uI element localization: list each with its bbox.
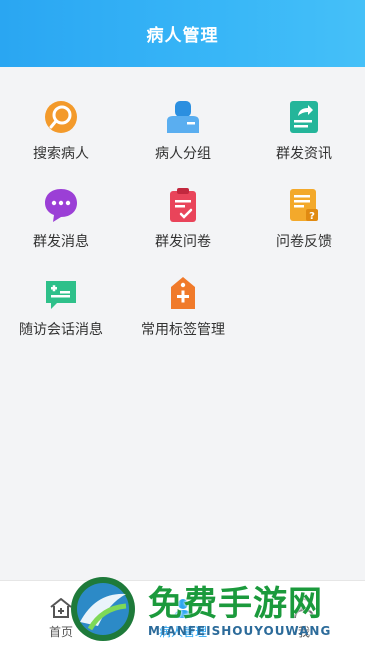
chat-bubble-icon [41,185,81,225]
tab-label: 我 [297,625,310,639]
header-bar: 病人管理 [0,0,365,67]
grid-item-survey-feedback[interactable]: ? 问卷反馈 [243,185,365,265]
grid-item-followup-chat[interactable]: 随访会话消息 [0,273,122,353]
tab-label: 首页 [48,625,73,639]
page-title: 病人管理 [146,26,219,46]
patient-icon [170,595,196,621]
grid-item-tag-management[interactable]: 常用标签管理 [122,273,244,353]
group-icon [163,97,203,137]
share-doc-icon [284,97,324,137]
grid-item-label: 常用标签管理 [141,322,225,338]
svg-text:?: ? [309,211,315,222]
profile-icon [291,595,317,621]
grid-item-label: 问卷反馈 [276,234,332,250]
tag-add-icon [163,273,203,313]
bottom-tab-bar: 首页 病人管理 我 [0,580,365,649]
grid-item-label: 病人分组 [155,146,211,162]
grid-item-label: 搜索病人 [33,146,89,162]
grid-item-label: 群发问卷 [155,234,211,250]
tab-label: 病人管理 [158,625,207,639]
grid-item-broadcast-info[interactable]: 群发资讯 [243,97,365,177]
grid-item-label: 群发资讯 [276,146,332,162]
tab-patient-management[interactable]: 病人管理 [122,581,244,649]
tab-me[interactable]: 我 [243,581,365,649]
feature-grid: 搜索病人 病人分组 群发资讯 群发消息 群发问卷 ? 问卷反馈 随访会话消息 常… [0,67,365,580]
home-icon [48,595,74,621]
grid-item-label: 群发消息 [33,234,89,250]
grid-item-search-patient[interactable]: 搜索病人 [0,97,122,177]
grid-item-broadcast-survey[interactable]: 群发问卷 [122,185,244,265]
tab-home[interactable]: 首页 [0,581,122,649]
grid-item-patient-group[interactable]: 病人分组 [122,97,244,177]
grid-item-broadcast-message[interactable]: 群发消息 [0,185,122,265]
grid-item-label: 随访会话消息 [19,322,103,338]
search-icon [41,97,81,137]
followup-chat-icon [41,273,81,313]
survey-feedback-icon: ? [284,185,324,225]
clipboard-check-icon [163,185,203,225]
